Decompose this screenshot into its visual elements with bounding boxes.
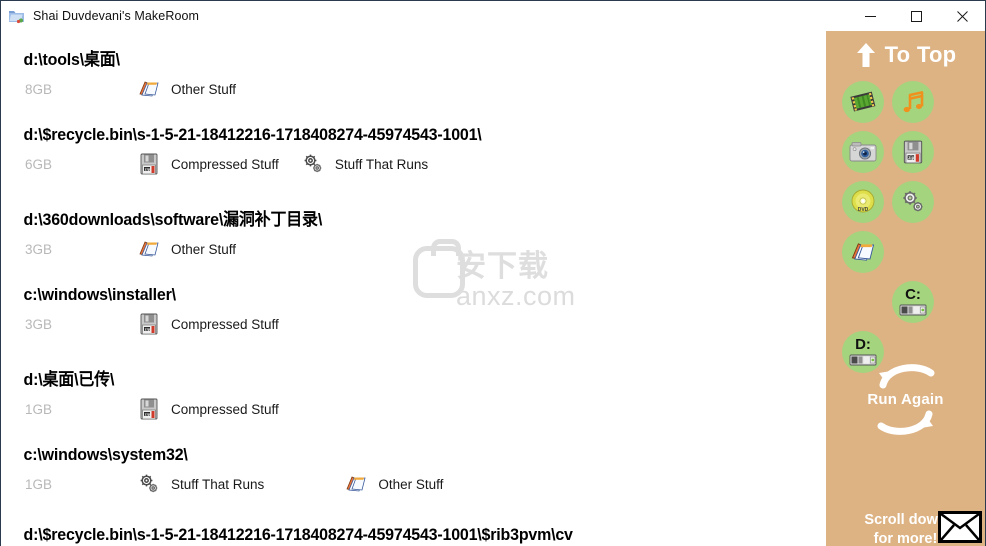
hard-drive-icon: C: (899, 287, 927, 321)
folder-path: d:\360downloads\software\漏洞补丁目录\ (23, 210, 323, 229)
zip-disk-icon: zip (137, 312, 161, 336)
svg-text:DVD: DVD (858, 207, 869, 213)
entry-tags: 1GB zip Compressed Stuff (1, 396, 826, 422)
drive-c-filter[interactable]: C: (888, 279, 938, 329)
category-tag[interactable]: zip Compressed Stuff (137, 397, 279, 421)
entry-tags: 1GB Stuff That Runs Other Stuff (1, 471, 826, 497)
minimize-button[interactable] (847, 1, 893, 31)
camera-icon (849, 141, 877, 168)
pictures-filter[interactable] (838, 129, 888, 179)
folder-size: 1GB (25, 476, 53, 492)
svg-text:zip: zip (908, 154, 914, 159)
folder-path: d:\桌面\已传\ (23, 370, 115, 389)
folder-path: d:\$recycle.bin\s-1-5-21-18412216-171840… (23, 125, 482, 144)
category-tag[interactable]: zip Compressed Stuff (137, 312, 279, 336)
up-arrow-icon (855, 42, 877, 68)
folder-size: 3GB (25, 316, 53, 332)
list-item[interactable]: d:\桌面\已传\ 1GB zip Compressed Stuff (1, 365, 826, 422)
maximize-button[interactable] (893, 1, 939, 31)
zip-disk-icon: zip (137, 397, 161, 421)
to-top-button[interactable]: To Top (826, 31, 985, 71)
entry-tags: 3GB Other Stuff (1, 236, 826, 262)
window-controls (847, 1, 985, 31)
folder-size: 6GB (25, 156, 53, 172)
list-item[interactable]: d:\tools\桌面\ 8GB Other Stuff (1, 45, 826, 102)
folder-icon (8, 8, 25, 24)
category-tag[interactable]: Other Stuff (137, 77, 236, 101)
drive-d-label: D: (855, 336, 871, 353)
category-tag[interactable]: zip Compressed Stuff (137, 152, 279, 176)
gears-icon (301, 152, 325, 176)
category-label: Other Stuff (171, 81, 237, 97)
folder-path: c:\windows\installer\ (23, 285, 177, 304)
category-tag[interactable]: Other Stuff (137, 237, 236, 261)
envelope-icon[interactable] (938, 511, 982, 543)
list-item[interactable]: c:\windows\system32\ 1GB Stuff That Runs… (1, 445, 826, 497)
music-note-icon (900, 89, 926, 120)
run-again-label: Run Again (867, 391, 944, 408)
svg-text:zip: zip (145, 411, 151, 416)
refresh-arrows-icon-bottom (826, 410, 985, 436)
category-label: Compressed Stuff (171, 401, 279, 417)
category-label: Compressed Stuff (171, 316, 279, 332)
documents-icon (849, 238, 877, 271)
video-filter[interactable] (838, 79, 888, 129)
entry-tags: 3GB zip Compressed Stuff (1, 311, 826, 337)
compressed-filter[interactable]: zip (888, 129, 938, 179)
zip-disk-icon: zip (137, 152, 161, 176)
entry-tags: 8GB Other Stuff (1, 76, 826, 102)
title-bar: Shai Duvdevani's MakeRoom (1, 1, 985, 31)
other-filter[interactable] (838, 229, 888, 279)
to-top-label: To Top (884, 42, 957, 67)
application-window: Shai Duvdevani's MakeRoom d:\tools\桌面\ 8… (0, 0, 986, 546)
hard-drive-icon: D: (849, 337, 877, 371)
sidebar: To Top zip DVD C: D: Run Again Scroll do… (826, 31, 985, 546)
list-item[interactable]: d:\$recycle.bin\s-1-5-21-18412216-171840… (1, 125, 826, 177)
window-title: Shai Duvdevani's MakeRoom (33, 9, 200, 23)
svg-text:zip: zip (145, 326, 151, 331)
folder-size: 3GB (25, 241, 53, 257)
list-item[interactable]: d:\$recycle.bin\s-1-5-21-18412216-171840… (1, 525, 826, 545)
folder-size: 8GB (25, 81, 53, 97)
svg-text:zip: zip (145, 166, 151, 171)
folder-path: c:\windows\system32\ (23, 445, 188, 464)
dvd-icon: DVD (849, 188, 877, 221)
category-tag[interactable]: Stuff That Runs (301, 152, 428, 176)
list-item[interactable]: c:\windows\installer\ 3GB zip Compressed… (1, 285, 826, 337)
filter-icon-grid: zip DVD C: D: (826, 71, 985, 379)
category-label: Compressed Stuff (171, 156, 279, 172)
folder-list[interactable]: d:\tools\桌面\ 8GB Other Stuff d:\$recycle… (1, 31, 826, 546)
folder-path: d:\tools\桌面\ (23, 50, 120, 69)
gears-icon (137, 472, 161, 496)
music-filter[interactable] (888, 79, 938, 129)
close-button[interactable] (939, 1, 985, 31)
category-tag[interactable]: Stuff That Runs (137, 472, 264, 496)
zip-disk-icon: zip (900, 139, 926, 170)
disc-images-filter[interactable]: DVD (838, 179, 888, 229)
documents-icon (137, 237, 161, 261)
category-label: Stuff That Runs (334, 156, 429, 172)
drive-c-label: C: (905, 286, 921, 303)
run-again-button[interactable]: Run Again (826, 363, 985, 436)
film-strip-icon (849, 89, 877, 120)
folder-path: d:\$recycle.bin\s-1-5-21-18412216-171840… (23, 525, 573, 544)
category-label: Other Stuff (171, 241, 237, 257)
category-label: Stuff That Runs (171, 476, 265, 492)
category-tag[interactable]: Other Stuff (344, 472, 443, 496)
gears-icon (899, 188, 927, 221)
documents-icon (344, 472, 368, 496)
list-item[interactable]: d:\360downloads\software\漏洞补丁目录\ 3GB Oth… (1, 205, 826, 262)
programs-filter[interactable] (888, 179, 938, 229)
folder-size: 1GB (25, 401, 53, 417)
entry-tags: 6GB zip Compressed Stuff Stuff That Runs (1, 151, 826, 177)
category-label: Other Stuff (378, 476, 444, 492)
documents-icon (137, 77, 161, 101)
